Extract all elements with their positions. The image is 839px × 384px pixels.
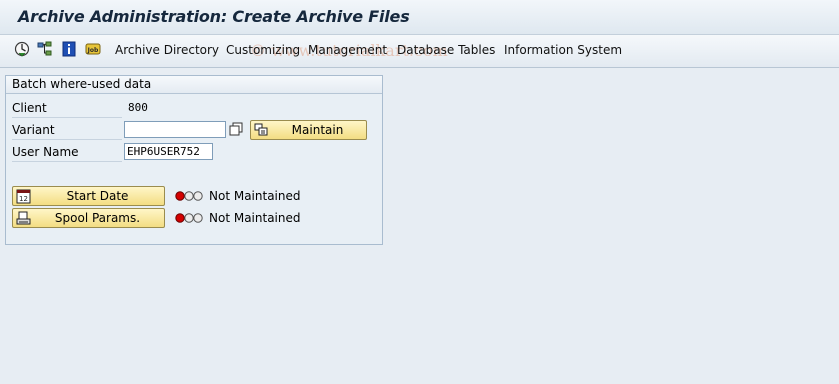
start-date-status: Not Maintained — [175, 189, 300, 203]
page-title: Archive Administration: Create Archive F… — [18, 7, 410, 26]
job-icon-text: Job — [87, 47, 99, 54]
printer-icon — [15, 210, 31, 226]
execute-icon[interactable] — [14, 41, 30, 57]
traffic-light-icon — [175, 213, 203, 223]
menu-database-tables[interactable]: Database Tables — [397, 43, 495, 57]
calendar-icon: 12 — [15, 188, 31, 204]
menu-customizing[interactable]: Customizing — [226, 43, 300, 57]
start-date-button[interactable]: 12 Start Date — [12, 186, 165, 206]
spool-params-status-text: Not Maintained — [209, 211, 301, 225]
copy-icon[interactable] — [228, 121, 244, 137]
maintain-icon — [253, 122, 269, 138]
start-date-status-text: Not Maintained — [209, 189, 301, 203]
info-icon[interactable] — [61, 41, 77, 57]
variant-label: Variant — [12, 121, 122, 140]
group-title: Batch where-used data — [6, 76, 382, 94]
hierarchy-icon[interactable] — [37, 41, 53, 57]
client-label: Client — [12, 99, 122, 118]
calendar-icon-text: 12 — [19, 195, 28, 203]
maintain-button[interactable]: Maintain — [250, 120, 367, 140]
menu-management[interactable]: Management — [308, 43, 387, 57]
user-name-input[interactable] — [124, 143, 213, 160]
title-bar: Archive Administration: Create Archive F… — [0, 0, 839, 35]
menu-information-system[interactable]: Information System — [504, 43, 622, 57]
maintain-button-label: Maintain — [291, 123, 344, 137]
spool-params-button[interactable]: Spool Params. — [12, 208, 165, 228]
client-value: 800 — [128, 101, 148, 114]
start-date-button-label: Start Date — [66, 189, 129, 203]
traffic-light-icon — [175, 191, 203, 201]
spool-params-status: Not Maintained — [175, 211, 300, 225]
spool-params-button-label: Spool Params. — [54, 211, 141, 225]
user-name-label: User Name — [12, 143, 122, 162]
menu-archive-directory[interactable]: Archive Directory — [115, 43, 219, 57]
variant-input[interactable] — [124, 121, 226, 138]
job-icon[interactable]: Job — [85, 41, 101, 57]
